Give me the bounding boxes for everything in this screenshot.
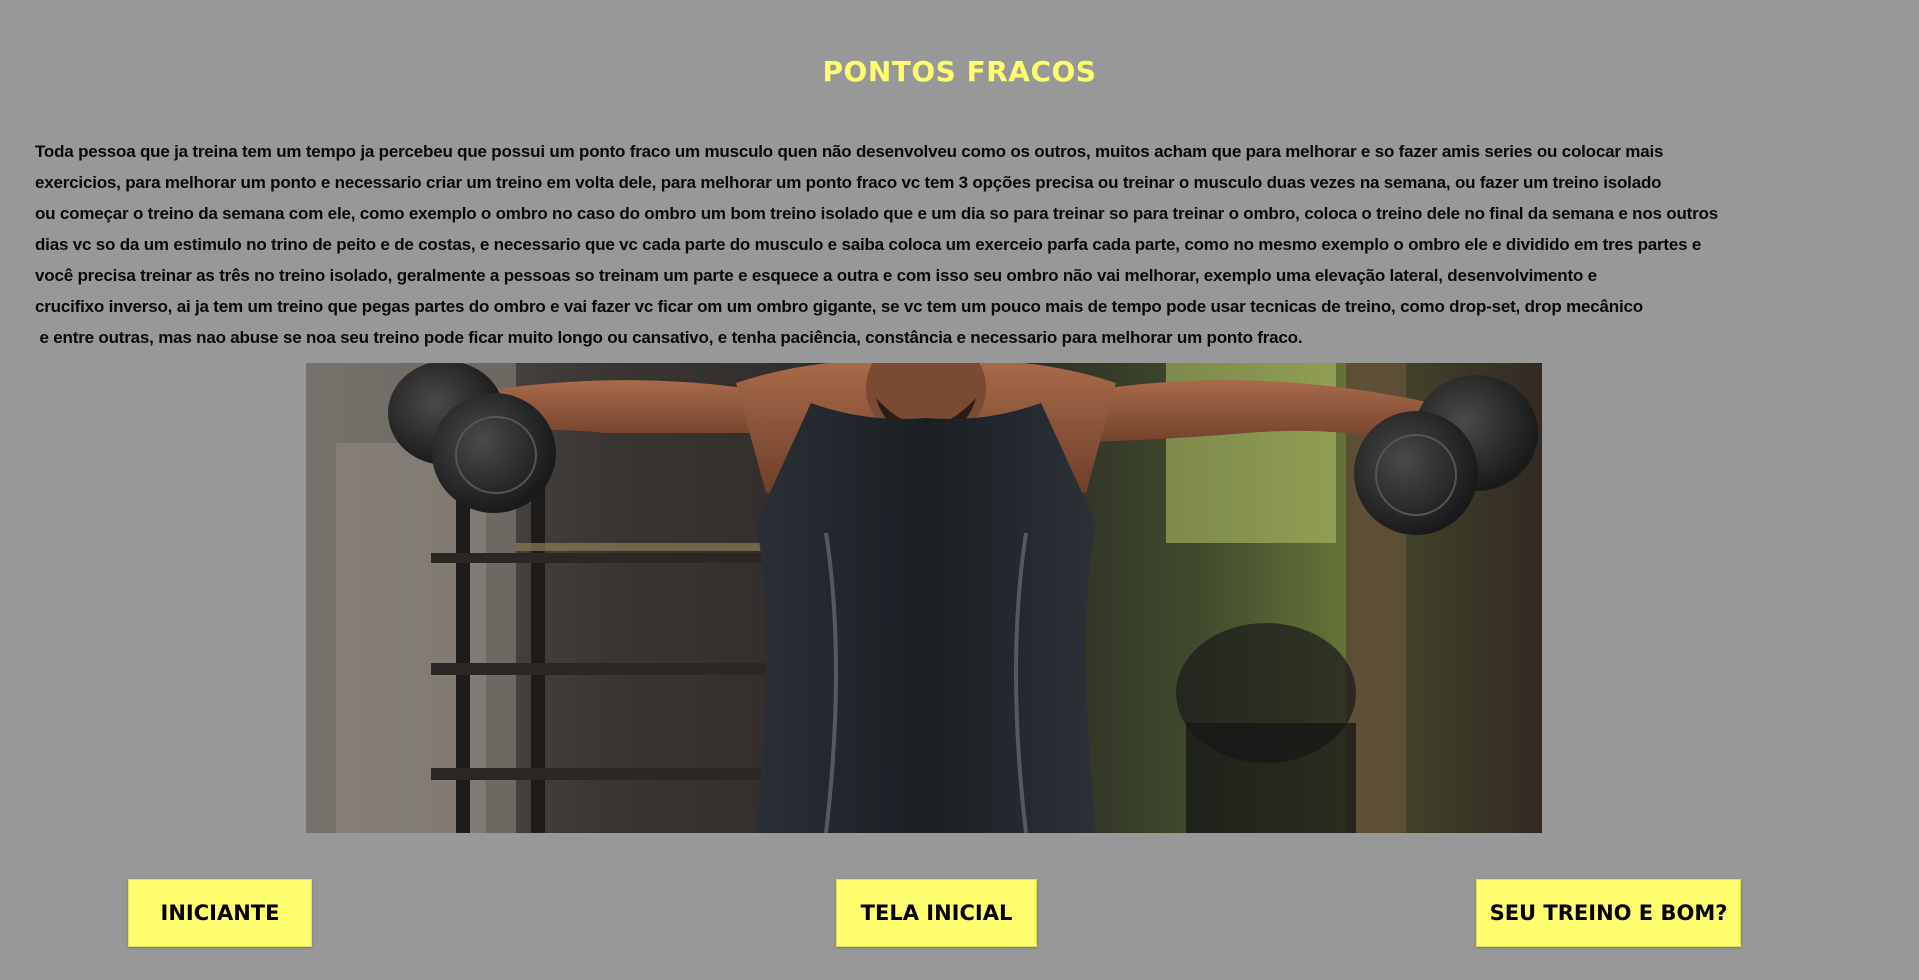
article-line: e entre outras, mas nao abuse se noa seu… xyxy=(35,328,1303,347)
article-line: Toda pessoa que ja treina tem um tempo j… xyxy=(35,142,1664,161)
workout-check-button[interactable]: SEU TREINO E BOM? xyxy=(1476,879,1741,947)
article-text: Toda pessoa que ja treina tem um tempo j… xyxy=(35,136,1915,353)
beginner-button[interactable]: INICIANTE xyxy=(128,879,312,947)
article-line: crucifixo inverso, ai ja tem um treino q… xyxy=(35,297,1643,316)
article-line: ou começar o treino da semana com ele, c… xyxy=(35,204,1718,223)
article-line: você precisa treinar as três no treino i… xyxy=(35,266,1597,285)
home-button[interactable]: TELA INICIAL xyxy=(836,879,1037,947)
gym-photo-illustration xyxy=(306,363,1542,833)
article-line: dias vc so da um estimulo no trino de pe… xyxy=(35,235,1702,254)
gym-photo xyxy=(306,363,1542,833)
article-line: exercicios, para melhorar um ponto e nec… xyxy=(35,173,1662,192)
page-title: PONTOS FRACOS xyxy=(822,55,1097,88)
